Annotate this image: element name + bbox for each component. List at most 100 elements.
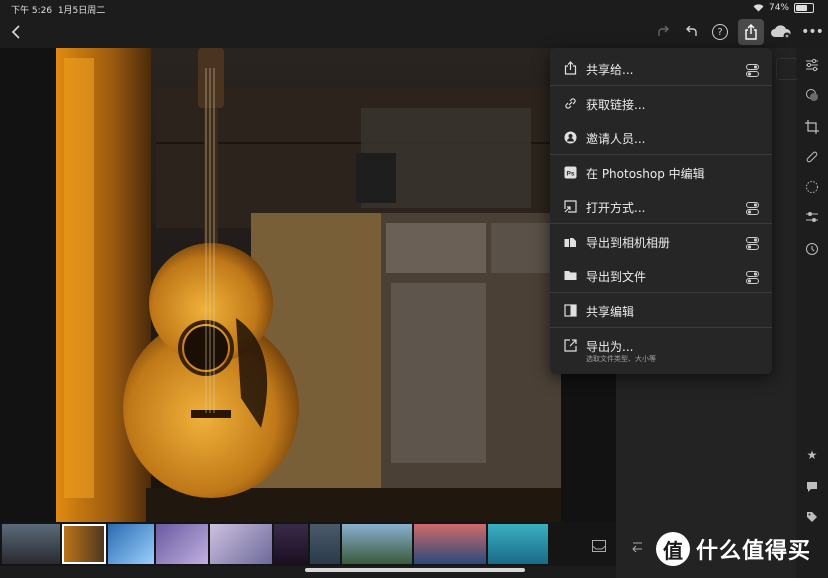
filmstrip-thumbnail[interactable] xyxy=(342,524,412,564)
status-indicators: 74% xyxy=(753,3,814,13)
menu-label: 邀请人员... xyxy=(586,132,646,146)
export-as-icon xyxy=(563,338,577,352)
menu-label: 打开方式... xyxy=(586,201,646,215)
crop-tool-button[interactable] xyxy=(803,118,821,136)
menu-item-export-camera-roll[interactable]: 导出到相机相册 xyxy=(550,224,772,258)
tag-icon xyxy=(807,512,817,522)
help-icon: ? xyxy=(717,26,723,38)
edit-tools-toolbar: ★ xyxy=(797,48,828,578)
more-options-button[interactable]: ••• xyxy=(801,22,824,42)
open-with-icon xyxy=(563,199,577,213)
toggle-icon xyxy=(746,269,759,284)
adjust-tool-button[interactable] xyxy=(803,208,821,226)
filmstrip-thumbnail[interactable] xyxy=(210,524,272,564)
presets-tool-button[interactable] xyxy=(803,56,821,74)
watermark-badge: 值 xyxy=(656,532,690,566)
photoshop-icon: Ps xyxy=(563,165,577,179)
comments-button[interactable] xyxy=(803,478,821,496)
menu-label: 获取链接... xyxy=(586,98,646,112)
top-toolbar: ? ••• xyxy=(0,16,828,48)
wifi-icon xyxy=(753,4,764,12)
share-icon xyxy=(563,61,577,75)
battery-percent: 74% xyxy=(768,3,789,13)
filmstrip-thumbnail-selected[interactable] xyxy=(62,524,106,564)
menu-item-share-to[interactable]: 共享给... xyxy=(550,51,772,85)
home-indicator[interactable] xyxy=(305,568,525,572)
status-clock: 下午 5:26 xyxy=(11,6,53,16)
bandage-icon xyxy=(806,151,818,163)
menu-item-export-as[interactable]: 导出为... 选取文件类型、大小等 xyxy=(550,328,772,370)
status-bar: 下午 5:26 1月5日周二 74% xyxy=(0,0,828,16)
help-button[interactable]: ? xyxy=(712,24,728,40)
cloud-sync-button[interactable] xyxy=(770,24,792,40)
history-tool-button[interactable] xyxy=(803,240,821,258)
menu-item-get-link[interactable]: 获取链接... xyxy=(550,86,772,120)
filmstrip-thumbnail[interactable] xyxy=(414,524,486,564)
redo-icon xyxy=(658,26,669,36)
rating-button[interactable]: ★ xyxy=(803,446,821,464)
camera-roll-icon xyxy=(563,234,577,248)
menu-item-open-with[interactable]: 打开方式... xyxy=(550,189,772,223)
menu-label: 导出到相机相册 xyxy=(586,236,671,250)
crop-icon xyxy=(805,120,819,134)
reset-icon xyxy=(632,542,642,553)
toggle-icon xyxy=(746,200,759,215)
reset-button[interactable] xyxy=(630,540,644,555)
panel-control xyxy=(776,58,798,80)
menu-sublabel: 选取文件类型、大小等 xyxy=(586,355,656,363)
sliders-icon xyxy=(806,58,818,72)
mask-icon xyxy=(806,181,818,193)
cloud-icon xyxy=(771,25,791,40)
redo-button[interactable] xyxy=(655,24,671,40)
watermark-logo: 值 什么值得买 xyxy=(656,532,811,566)
healing-tool-button[interactable] xyxy=(803,148,821,166)
adjust-sliders-icon xyxy=(806,212,818,222)
menu-label: 导出为... xyxy=(586,340,634,354)
menu-item-share-edits[interactable]: 共享编辑 xyxy=(550,293,772,327)
comment-icon xyxy=(807,482,817,492)
share-edits-icon xyxy=(563,303,577,317)
filmstrip-thumbnail[interactable] xyxy=(156,524,208,564)
toggle-icon xyxy=(746,62,759,77)
filmstrip-thumbnail[interactable] xyxy=(274,524,308,564)
compare-button[interactable] xyxy=(592,540,606,555)
menu-item-invite-people[interactable]: 邀请人员... xyxy=(550,120,772,154)
photo-guitar-image xyxy=(56,48,561,522)
filmstrip[interactable] xyxy=(0,522,616,566)
svg-text:Ps: Ps xyxy=(566,170,574,177)
history-icon xyxy=(806,243,818,255)
menu-label: 共享给... xyxy=(586,63,634,77)
filmstrip-thumbnail[interactable] xyxy=(2,524,60,564)
chevron-left-icon xyxy=(11,25,20,39)
link-icon xyxy=(563,96,577,110)
share-icon xyxy=(745,24,757,40)
toggle-icon xyxy=(746,235,759,250)
folder-icon xyxy=(563,268,577,282)
menu-item-export-to-files[interactable]: 导出到文件 xyxy=(550,258,772,292)
menu-label: 导出到文件 xyxy=(586,270,647,284)
menu-label: 共享编辑 xyxy=(586,305,635,319)
filmstrip-thumbnail[interactable] xyxy=(488,524,548,564)
masking-tool-button[interactable] xyxy=(803,178,821,196)
status-time: 下午 5:26 1月5日周二 xyxy=(11,3,105,16)
battery-fill xyxy=(796,5,807,11)
profile-tool-button[interactable] xyxy=(803,86,821,104)
ellipsis-icon: ••• xyxy=(801,24,824,40)
share-menu: 共享给... 获取链接... 邀请人员... Ps 在 Photoshop 中编… xyxy=(550,48,772,374)
undo-button[interactable] xyxy=(684,24,700,40)
compare-icon xyxy=(592,540,606,552)
star-icon: ★ xyxy=(806,448,818,462)
share-button[interactable] xyxy=(738,19,764,45)
watermark-text: 什么值得买 xyxy=(696,539,812,564)
undo-icon xyxy=(686,26,697,36)
photo-canvas[interactable] xyxy=(0,48,616,522)
menu-item-edit-in-photoshop[interactable]: Ps 在 Photoshop 中编辑 xyxy=(550,155,772,189)
invite-people-icon xyxy=(563,130,577,144)
tags-button[interactable] xyxy=(803,508,821,526)
battery-icon xyxy=(794,3,814,13)
filmstrip-thumbnail[interactable] xyxy=(108,524,154,564)
back-button[interactable] xyxy=(6,22,26,42)
filmstrip-thumbnail[interactable] xyxy=(310,524,340,564)
circles-icon xyxy=(806,89,818,101)
menu-label: 在 Photoshop 中编辑 xyxy=(586,167,705,181)
